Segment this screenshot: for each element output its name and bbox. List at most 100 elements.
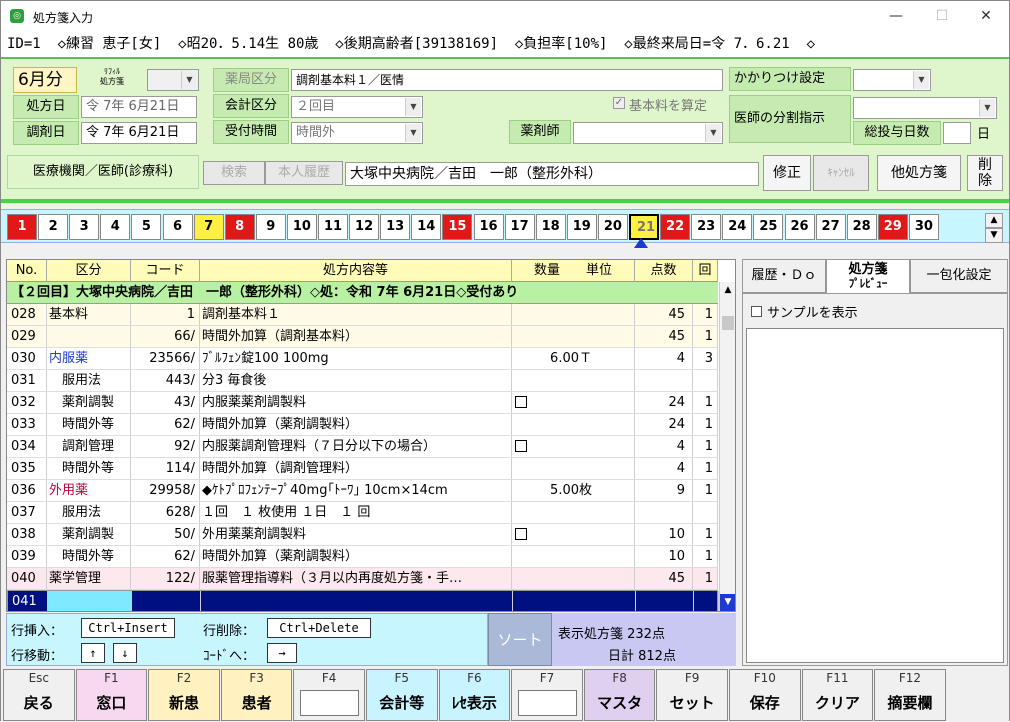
day-25-button[interactable]: 25 xyxy=(753,214,784,240)
fkey-f6-button[interactable]: F6 ﾚｾ表示 xyxy=(438,669,511,721)
month-field[interactable]: 6月分 xyxy=(13,67,77,93)
table-row[interactable]: 033 時間外等 62/時間外加算（薬剤調製料） 24 1 xyxy=(7,414,718,436)
day-14-button[interactable]: 14 xyxy=(411,214,442,240)
scroll-down-icon[interactable]: ▼ xyxy=(720,594,735,611)
table-row[interactable]: 029 66/時間外加算（調剤基本料） 45 1 xyxy=(7,326,718,348)
scroll-thumb[interactable] xyxy=(722,316,734,330)
grid-scrollbar[interactable]: ▲ ▼ xyxy=(719,282,735,611)
table-row[interactable]: 034 調剤管理 92/内服薬調剤管理料（７日分以下の場合） 4 1 xyxy=(7,436,718,458)
delete-button[interactable]: 削除 xyxy=(967,155,1003,191)
fkey-f3-button[interactable]: F3 患者 xyxy=(220,669,293,721)
day-28-button[interactable]: 28 xyxy=(846,214,877,240)
active-input-cell[interactable] xyxy=(48,591,132,611)
scroll-up-icon[interactable]: ▲ xyxy=(720,282,735,299)
tab-unit-dose[interactable]: 一包化設定 xyxy=(910,259,1008,293)
fkey-f10-button[interactable]: F10 保存 xyxy=(729,669,801,721)
day-22-button[interactable]: 22 xyxy=(660,214,691,240)
close-icon[interactable]: ✕ xyxy=(963,1,1009,31)
history-button[interactable]: 本人履歴 xyxy=(265,161,343,185)
fkey-f12-button[interactable]: F12 摘要欄 xyxy=(874,669,946,721)
table-row[interactable]: 038 薬剤調製 50/外用薬薬剤調製料 10 1 xyxy=(7,524,718,546)
day-19-button[interactable]: 19 xyxy=(566,214,597,240)
pharmacist-select[interactable]: ▼ xyxy=(573,122,723,144)
reception-select[interactable]: 時間外 ▼ xyxy=(291,122,423,144)
day-16-button[interactable]: 16 xyxy=(473,214,504,240)
cell-qty: 6.00Ｔ xyxy=(512,348,635,369)
fkey-f2-button[interactable]: F2 新患 xyxy=(148,669,220,721)
edit-button[interactable]: 修正 xyxy=(763,155,811,191)
table-row[interactable]: 041 xyxy=(7,590,719,611)
maximize-icon[interactable]: ☐ xyxy=(919,1,965,31)
tab-rx-preview[interactable]: 処方箋 ﾌﾟﾚﾋﾞｭｰ xyxy=(826,259,910,293)
show-sample-checkbox[interactable] xyxy=(751,306,762,317)
table-row[interactable]: 037 服用法 628/１回 １ 枚使用 １日 １ 回 xyxy=(7,502,718,524)
search-button[interactable]: 検索 xyxy=(203,161,265,185)
fkey-f5-button[interactable]: F5 会計等 xyxy=(366,669,438,721)
day-5-button[interactable]: 5 xyxy=(131,214,162,240)
day-18-button[interactable]: 18 xyxy=(535,214,566,240)
table-row[interactable]: 030 内服薬 23566/ﾌﾞﾙﾌｪﾝ錠100 100mg 6.00Ｔ 4 3 xyxy=(7,348,718,370)
spin-up-icon[interactable]: ▲ xyxy=(985,213,1003,228)
day-8-button[interactable]: 8 xyxy=(224,214,255,240)
table-row[interactable]: 028 基本料 1 調剤基本料１ 45 1 xyxy=(7,304,718,326)
other-rx-button[interactable]: 他処方箋 xyxy=(877,155,961,191)
cancel-button[interactable]: ｷｬﾝｾﾙ xyxy=(813,155,869,191)
day-10-button[interactable]: 10 xyxy=(286,214,317,240)
day-6-button[interactable]: 6 xyxy=(162,214,193,240)
institution-field[interactable]: 大塚中央病院／吉田 一郎（整形外科） xyxy=(345,162,759,186)
dispense-date-field[interactable]: 令 7年 6月21日 xyxy=(81,122,197,144)
refill-select[interactable]: ▼ xyxy=(147,69,199,91)
fkey-f11-button[interactable]: F11 クリア xyxy=(801,669,874,721)
day-17-button[interactable]: 17 xyxy=(504,214,535,240)
sort-button[interactable]: ソート xyxy=(488,613,552,666)
day-26-button[interactable]: 26 xyxy=(784,214,815,240)
day-13-button[interactable]: 13 xyxy=(380,214,411,240)
table-row[interactable]: 035 時間外等 114/時間外加算（調剤管理料） 4 1 xyxy=(7,458,718,480)
fkey-f4-button[interactable]: F4 xyxy=(293,669,365,721)
fkey-f8-button[interactable]: F8 マスタ xyxy=(583,669,656,721)
total-days-field[interactable] xyxy=(943,122,971,144)
minimize-icon[interactable]: — xyxy=(873,1,919,31)
spin-down-icon[interactable]: ▼ xyxy=(985,228,1003,243)
day-2-button[interactable]: 2 xyxy=(38,214,69,240)
move-down-icon[interactable]: ↓ xyxy=(113,643,137,663)
insert-key[interactable]: Ctrl+Insert xyxy=(81,618,175,638)
table-row[interactable]: 032 薬剤調製 43/内服薬薬剤調製料 24 1 xyxy=(7,392,718,414)
base-fee-checkbox[interactable]: ✓ xyxy=(613,97,625,109)
day-27-button[interactable]: 27 xyxy=(815,214,846,240)
cell-qty: 5.00枚 xyxy=(512,480,635,501)
day-3-button[interactable]: 3 xyxy=(69,214,100,240)
fkey-esc-button[interactable]: Esc 戻る xyxy=(3,669,75,721)
table-row[interactable]: 040 薬学管理 122/服薬管理指導料（３月以内再度処方箋・手… 45 1 xyxy=(7,568,718,590)
cell-name: 内服薬薬剤調製料 xyxy=(200,392,512,413)
delete-row-key[interactable]: Ctrl+Delete xyxy=(267,618,371,638)
code-jump-icon[interactable]: → xyxy=(267,643,297,663)
day-30-button[interactable]: 30 xyxy=(908,214,939,240)
day-12-button[interactable]: 12 xyxy=(349,214,380,240)
day-4-button[interactable]: 4 xyxy=(100,214,131,240)
kakaritsuke-select[interactable]: ▼ xyxy=(853,69,931,91)
doctor-split-select[interactable]: ▼ xyxy=(853,97,997,119)
tab-history-do[interactable]: 履歴・Ｄｏ xyxy=(742,259,826,293)
accounting-select[interactable]: ２回目 ▼ xyxy=(291,96,423,118)
chevron-down-icon: ▼ xyxy=(705,124,721,142)
pharmacy-category-field[interactable]: 調剤基本料１／医情 xyxy=(291,69,723,91)
day-11-button[interactable]: 11 xyxy=(318,214,348,240)
fkey-f1-button[interactable]: F1 窓口 xyxy=(75,669,148,721)
day-7-button[interactable]: 7 xyxy=(193,214,224,240)
day-20-button[interactable]: 20 xyxy=(597,214,628,240)
day-15-button[interactable]: 15 xyxy=(442,214,473,240)
move-up-icon[interactable]: ↑ xyxy=(81,643,105,663)
fkey-f9-button[interactable]: F9 セット xyxy=(656,669,728,721)
day-1-button[interactable]: 1 xyxy=(7,214,37,240)
rx-date-field[interactable]: 令 7年 6月21日 xyxy=(81,96,197,118)
day-9-button[interactable]: 9 xyxy=(255,214,286,240)
day-23-button[interactable]: 23 xyxy=(691,214,722,240)
table-row[interactable]: 031 服用法 443/分3 毎食後 xyxy=(7,370,718,392)
day-24-button[interactable]: 24 xyxy=(722,214,753,240)
table-row[interactable]: 039 時間外等 62/時間外加算（薬剤調製料） 10 1 xyxy=(7,546,718,568)
fkey-f7-button[interactable]: F7 xyxy=(511,669,583,721)
table-row[interactable]: 036 外用薬 29958/◆ｹﾄﾌﾟﾛﾌｪﾝﾃｰﾌﾟ40mg｢ﾄｰﾜ｣ 10cm×… xyxy=(7,480,718,502)
day-29-button[interactable]: 29 xyxy=(877,214,908,240)
day-21-button[interactable]: 21 xyxy=(629,214,659,240)
